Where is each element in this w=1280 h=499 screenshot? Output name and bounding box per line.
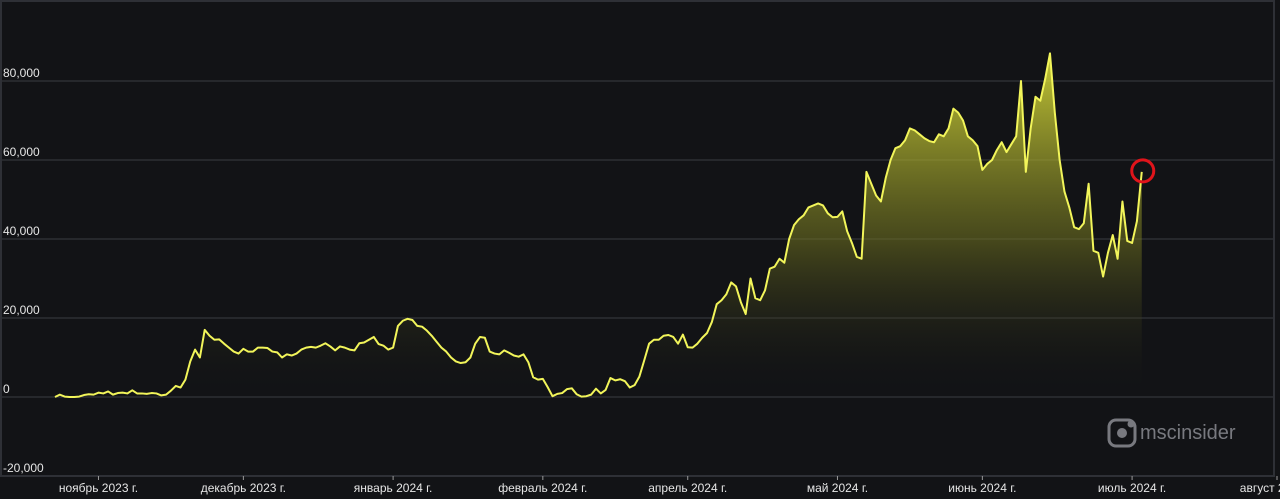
last-point-highlight <box>1130 158 1156 184</box>
msc-logo-icon <box>1107 418 1137 448</box>
x-tick-label: апрель 2024 г. <box>648 481 727 495</box>
chart: -20,000 0 20,000 40,000 60,000 80,000 ноябрь … <box>0 0 1280 495</box>
y-tick-label: 60,000 <box>3 145 40 159</box>
y-tick-label: 80,000 <box>3 66 40 80</box>
y-tick-label: 0 <box>3 382 10 396</box>
x-axis: ноябрь 2023 г. декабрь 2023 г. январь 2024… <box>59 476 1280 495</box>
y-tick-label: 40,000 <box>3 224 40 238</box>
x-tick-label: январь 2024 г. <box>354 481 433 495</box>
x-tick-label: февраль 2024 г. <box>498 481 587 495</box>
x-tick-label: июнь 2024 г. <box>948 481 1016 495</box>
x-tick-label: декабрь 2023 г. <box>201 481 286 495</box>
y-tick-label: 20,000 <box>3 303 40 317</box>
y-tick-label: -20,000 <box>3 461 44 475</box>
x-tick-label: август 2024 г. <box>1240 481 1280 495</box>
x-tick-label: ноябрь 2023 г. <box>59 481 138 495</box>
series-area <box>55 53 1142 397</box>
x-tick-label: май 2024 г. <box>807 481 868 495</box>
watermark-text: mscinsider <box>1140 422 1236 444</box>
y-axis: -20,000 0 20,000 40,000 60,000 80,000 <box>3 66 44 475</box>
watermark: mscinsider <box>1107 418 1236 448</box>
x-tick-label: июль 2024 г. <box>1098 481 1166 495</box>
